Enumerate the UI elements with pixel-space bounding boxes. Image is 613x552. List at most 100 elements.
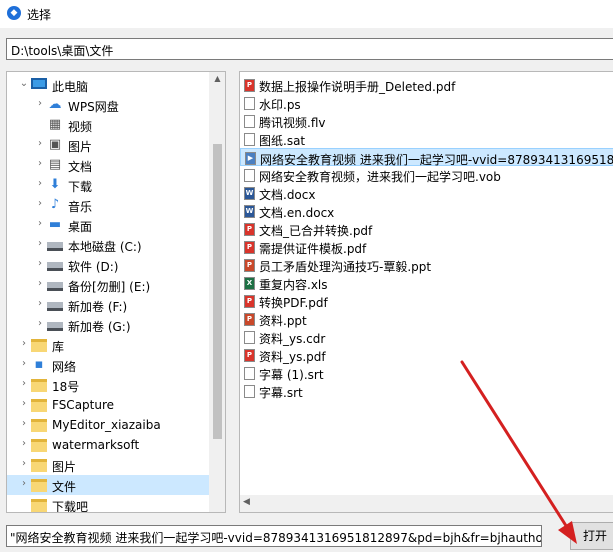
cloud-icon: ☁ bbox=[48, 97, 62, 112]
chevron-right-icon[interactable]: › bbox=[35, 238, 45, 249]
file-item[interactable]: P 资料.ppt bbox=[240, 310, 613, 328]
open-button[interactable]: 打开 bbox=[570, 522, 613, 550]
chevron-right-icon[interactable]: › bbox=[35, 218, 45, 229]
file-item[interactable]: 水印.ps bbox=[240, 94, 613, 112]
tree-item[interactable]: › 新加卷 (G:) bbox=[7, 315, 209, 335]
file-item[interactable]: P 需提供证件模板.pdf bbox=[240, 238, 613, 256]
file-name: 文档_已合并转换.pdf bbox=[259, 224, 373, 238]
chevron-down-icon[interactable]: ⌄ bbox=[19, 78, 29, 89]
tree-item-label: 图片 bbox=[68, 140, 93, 154]
file-item[interactable]: 字幕 (1).srt bbox=[240, 364, 613, 382]
chevron-right-icon[interactable]: › bbox=[19, 358, 29, 369]
chevron-right-icon[interactable]: › bbox=[19, 338, 29, 349]
file-item[interactable]: W 文档.en.docx bbox=[240, 202, 613, 220]
tree-item[interactable]: › FSCapture bbox=[7, 395, 209, 415]
tree-item[interactable]: › 图片 bbox=[7, 455, 209, 475]
file-item[interactable]: P 数据上报操作说明手册_Deleted.pdf bbox=[240, 76, 613, 94]
library-icon bbox=[31, 339, 47, 352]
tree-item[interactable]: ⌄ 此电脑 bbox=[7, 75, 209, 95]
tree-item[interactable]: › 软件 (D:) bbox=[7, 255, 209, 275]
file-name: 数据上报操作说明手册_Deleted.pdf bbox=[259, 80, 456, 94]
chevron-right-icon[interactable]: › bbox=[35, 318, 45, 329]
tree-item-label: 网络 bbox=[52, 360, 77, 374]
file-item[interactable]: 网络安全教育视频，进来我们一起学习吧.vob bbox=[240, 166, 613, 184]
file-name: 资料_ys.cdr bbox=[259, 332, 326, 346]
tree-item-label: 备份[勿删] (E:) bbox=[68, 280, 151, 294]
folder-icon bbox=[31, 479, 47, 492]
tree-item[interactable]: › watermarksoft bbox=[7, 435, 209, 455]
tree-item-label: 软件 (D:) bbox=[68, 260, 119, 274]
tree-item[interactable]: › 文件 bbox=[7, 475, 209, 495]
file-name: 腾讯视频.flv bbox=[259, 116, 326, 130]
file-name: 图纸.sat bbox=[259, 134, 306, 148]
chevron-right-icon[interactable]: › bbox=[35, 198, 45, 209]
tree-item-label: 下载 bbox=[68, 180, 93, 194]
file-name: 资料.ppt bbox=[259, 314, 307, 328]
tree-item[interactable]: › ♪ 音乐 bbox=[7, 195, 209, 215]
tree-item-label: 本地磁盘 (C:) bbox=[68, 240, 142, 254]
tree-item-label: 音乐 bbox=[68, 200, 93, 214]
drive-icon bbox=[47, 242, 63, 251]
tree-item[interactable]: › ▣ 图片 bbox=[7, 135, 209, 155]
chevron-right-icon[interactable]: › bbox=[19, 458, 29, 469]
tree-item[interactable]: › ▤ 文档 bbox=[7, 155, 209, 175]
tree-item[interactable]: › 备份[勿删] (E:) bbox=[7, 275, 209, 295]
file-item[interactable]: P 资料_ys.pdf bbox=[240, 346, 613, 364]
scroll-left-icon[interactable]: ◀ bbox=[243, 497, 250, 507]
file-item[interactable]: P 文档_已合并转换.pdf bbox=[240, 220, 613, 238]
tree-item[interactable]: › ▪ 网络 bbox=[7, 355, 209, 375]
file-item[interactable]: 图纸.sat bbox=[240, 130, 613, 148]
file-item[interactable]: 资料_ys.cdr bbox=[240, 328, 613, 346]
file-name: 水印.ps bbox=[259, 98, 301, 112]
tree-item[interactable]: › 库 bbox=[7, 335, 209, 355]
file-icon bbox=[244, 97, 255, 110]
desktop-icon: ▬ bbox=[48, 217, 62, 232]
drive-icon bbox=[47, 282, 63, 291]
chevron-right-icon[interactable]: › bbox=[19, 438, 29, 449]
tree-item[interactable]: 下载吧 bbox=[7, 495, 209, 512]
file-name: 资料_ys.pdf bbox=[259, 350, 326, 364]
chevron-right-icon[interactable]: › bbox=[35, 178, 45, 189]
chevron-right-icon[interactable]: › bbox=[19, 478, 29, 489]
file-item[interactable]: ▶ 网络安全教育视频 进来我们一起学习吧-vvid=878934131695181… bbox=[240, 148, 613, 167]
drive-icon bbox=[47, 262, 63, 271]
file-icon bbox=[244, 385, 255, 398]
tree-item[interactable]: › 18号 bbox=[7, 375, 209, 395]
folder-icon bbox=[31, 419, 47, 432]
file-item[interactable]: P 转换PDF.pdf bbox=[240, 292, 613, 310]
tree-scroll-thumb[interactable] bbox=[213, 144, 222, 439]
tree-item[interactable]: › 新加卷 (F:) bbox=[7, 295, 209, 315]
chevron-right-icon[interactable]: › bbox=[35, 138, 45, 149]
file-item[interactable]: 腾讯视频.flv bbox=[240, 112, 613, 130]
tree-item[interactable]: › ☁ WPS网盘 bbox=[7, 95, 209, 115]
word-icon: W bbox=[244, 205, 255, 218]
file-item[interactable]: W 文档.docx bbox=[240, 184, 613, 202]
tree-item[interactable]: › MyEditor_xiazaiba bbox=[7, 415, 209, 435]
chevron-right-icon[interactable]: › bbox=[35, 98, 45, 109]
pdf-icon: P bbox=[244, 223, 255, 236]
address-bar[interactable]: D:\tools\桌面\文件 bbox=[6, 38, 613, 60]
tree-scrollbar[interactable]: ▲ bbox=[209, 72, 225, 512]
address-path: D:\tools\桌面\文件 bbox=[11, 44, 114, 58]
chevron-right-icon[interactable]: › bbox=[19, 398, 29, 409]
file-list-hscrollbar[interactable]: ◀ bbox=[240, 495, 613, 512]
tree-item-label: 桌面 bbox=[68, 220, 93, 234]
tree-item[interactable]: › 本地磁盘 (C:) bbox=[7, 235, 209, 255]
chevron-right-icon[interactable]: › bbox=[19, 418, 29, 429]
tree-item[interactable]: › ▬ 桌面 bbox=[7, 215, 209, 235]
chevron-right-icon[interactable]: › bbox=[35, 258, 45, 269]
tree-item[interactable]: › ⬇ 下载 bbox=[7, 175, 209, 195]
chevron-right-icon[interactable]: › bbox=[35, 298, 45, 309]
file-icon bbox=[244, 331, 255, 344]
scroll-up-icon[interactable]: ▲ bbox=[209, 72, 225, 86]
filename-input[interactable]: "网络安全教育视频 进来我们一起学习吧-vvid=878934131695181… bbox=[6, 525, 542, 547]
file-name: 重复内容.xls bbox=[259, 278, 328, 292]
file-item[interactable]: P 员工矛盾处理沟通技巧-覃毅.ppt bbox=[240, 256, 613, 274]
file-item[interactable]: 字幕.srt bbox=[240, 382, 613, 400]
file-name: 文档.en.docx bbox=[259, 206, 335, 220]
chevron-right-icon[interactable]: › bbox=[35, 158, 45, 169]
chevron-right-icon[interactable]: › bbox=[35, 278, 45, 289]
chevron-right-icon[interactable]: › bbox=[19, 378, 29, 389]
file-item[interactable]: X 重复内容.xls bbox=[240, 274, 613, 292]
tree-item[interactable]: ▦ 视频 bbox=[7, 115, 209, 135]
